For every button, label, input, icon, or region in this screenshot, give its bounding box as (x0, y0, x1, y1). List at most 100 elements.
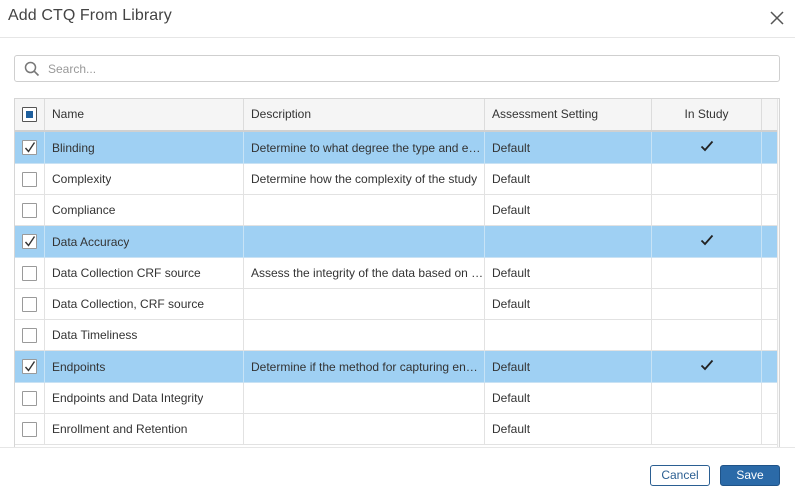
add-ctq-dialog: Add CTQ From Library Name Description As… (0, 0, 795, 501)
name-cell: Compliance (45, 195, 244, 225)
row-assessment-setting: Default (492, 140, 531, 155)
dialog-title: Add CTQ From Library (8, 7, 172, 24)
row-name: Data Accuracy (52, 234, 130, 249)
in-study-cell (652, 226, 762, 257)
row-name: Data Collection, CRF source (52, 297, 205, 311)
name-cell: Data Collection, CRF source (45, 289, 244, 319)
table-row[interactable]: Data Timeliness (15, 320, 777, 351)
in-study-cell (652, 320, 762, 350)
row-description: Determine how the complexity of the stud… (251, 172, 478, 186)
row-assessment-setting: Default (492, 391, 531, 405)
checkmark-icon (700, 234, 714, 249)
search-input[interactable] (48, 59, 768, 79)
row-checkbox[interactable] (22, 171, 37, 187)
name-cell: Enrollment and Retention (45, 414, 244, 444)
description-cell: Determine if the method for capturing en… (244, 351, 485, 382)
row-checkbox[interactable] (22, 265, 37, 281)
table-row[interactable]: Enrollment and Retention Default (15, 414, 777, 445)
row-checkbox[interactable] (22, 390, 37, 406)
save-button[interactable]: Save (720, 465, 780, 486)
row-name: Endpoints and Data Integrity (52, 391, 204, 405)
table-row[interactable]: Data Collection, CRF source Default (15, 289, 777, 320)
checkmark-icon (700, 359, 714, 374)
column-header-assessment-setting[interactable]: Assessment Setting (485, 99, 652, 130)
column-header-in-study[interactable]: In Study (652, 99, 762, 130)
row-checkbox[interactable] (22, 202, 37, 218)
description-cell (244, 383, 485, 413)
row-assessment-setting: Default (492, 266, 531, 280)
scrollbar[interactable] (777, 99, 779, 447)
row-checkbox-cell (15, 226, 45, 257)
assessment-cell: Default (485, 258, 652, 288)
in-study-cell (652, 132, 762, 163)
name-cell: Endpoints (45, 351, 244, 382)
name-cell: Blinding (45, 132, 244, 163)
assessment-cell: Default (485, 351, 652, 382)
description-cell (244, 289, 485, 319)
row-description: Determine to what degree the type and ex… (251, 140, 484, 155)
row-name: Compliance (52, 203, 116, 217)
table-body: Blinding Determine to what degree the typ… (15, 132, 777, 445)
cancel-button[interactable]: Cancel (650, 465, 710, 486)
row-checkbox[interactable] (22, 359, 37, 374)
description-cell: Determine to what degree the type and ex… (244, 132, 485, 163)
row-checkbox-cell (15, 351, 45, 382)
description-cell (244, 414, 485, 444)
search-box (14, 55, 780, 82)
row-name: Data Timeliness (52, 328, 138, 342)
table-row[interactable]: Data Collection CRF source Assess the int… (15, 258, 777, 289)
assessment-cell: Default (485, 414, 652, 444)
row-description: Assess the integrity of the data based o… (251, 266, 484, 280)
row-assessment-setting: Default (492, 172, 531, 186)
name-cell: Complexity (45, 164, 244, 194)
table-row[interactable]: Endpoints Determine if the method for cap… (15, 351, 777, 383)
row-checkbox-cell (15, 289, 45, 319)
ctq-library-table: Name Description Assessment Setting In S… (14, 98, 780, 447)
in-study-cell (652, 289, 762, 319)
assessment-cell (485, 226, 652, 257)
table-header: Name Description Assessment Setting In S… (15, 99, 777, 132)
assessment-cell: Default (485, 383, 652, 413)
row-assessment-setting: Default (492, 422, 531, 436)
table-row[interactable]: Endpoints and Data Integrity Default (15, 383, 777, 414)
row-name: Endpoints (52, 359, 106, 374)
assessment-cell: Default (485, 289, 652, 319)
description-cell: Assess the integrity of the data based o… (244, 258, 485, 288)
assessment-cell: Default (485, 164, 652, 194)
description-cell: Determine how the complexity of the stud… (244, 164, 485, 194)
row-name: Complexity (52, 172, 112, 186)
close-icon[interactable] (768, 9, 786, 27)
in-study-cell (652, 258, 762, 288)
dialog-header: Add CTQ From Library (0, 0, 795, 38)
table-row[interactable]: Blinding Determine to what degree the typ… (15, 132, 777, 164)
row-checkbox[interactable] (22, 421, 37, 437)
assessment-cell: Default (485, 132, 652, 163)
row-checkbox[interactable] (22, 296, 37, 312)
row-assessment-setting: Default (492, 359, 531, 374)
description-cell (244, 226, 485, 257)
table-row[interactable]: Complexity Determine how the complexity o… (15, 164, 777, 195)
row-checkbox[interactable] (22, 327, 37, 343)
row-assessment-setting: Default (492, 203, 531, 217)
assessment-cell: Default (485, 195, 652, 225)
row-assessment-setting: Default (492, 297, 531, 311)
search-icon (24, 61, 40, 77)
column-header-description[interactable]: Description (244, 99, 485, 130)
name-cell: Data Accuracy (45, 226, 244, 257)
row-checkbox[interactable] (22, 140, 37, 155)
table-row[interactable]: Data Accuracy (15, 226, 777, 258)
row-checkbox-cell (15, 320, 45, 350)
row-checkbox[interactable] (22, 234, 37, 249)
row-checkbox-cell (15, 258, 45, 288)
row-checkbox-cell (15, 383, 45, 413)
dialog-footer: Cancel Save (0, 447, 795, 501)
name-cell: Data Collection CRF source (45, 258, 244, 288)
column-header-name[interactable]: Name (45, 99, 244, 130)
select-all-checkbox[interactable] (22, 107, 37, 122)
row-checkbox-cell (15, 132, 45, 163)
in-study-cell (652, 383, 762, 413)
row-checkbox-cell (15, 164, 45, 194)
table-row[interactable]: Compliance Default (15, 195, 777, 226)
in-study-cell (652, 414, 762, 444)
select-all-cell (15, 99, 45, 130)
